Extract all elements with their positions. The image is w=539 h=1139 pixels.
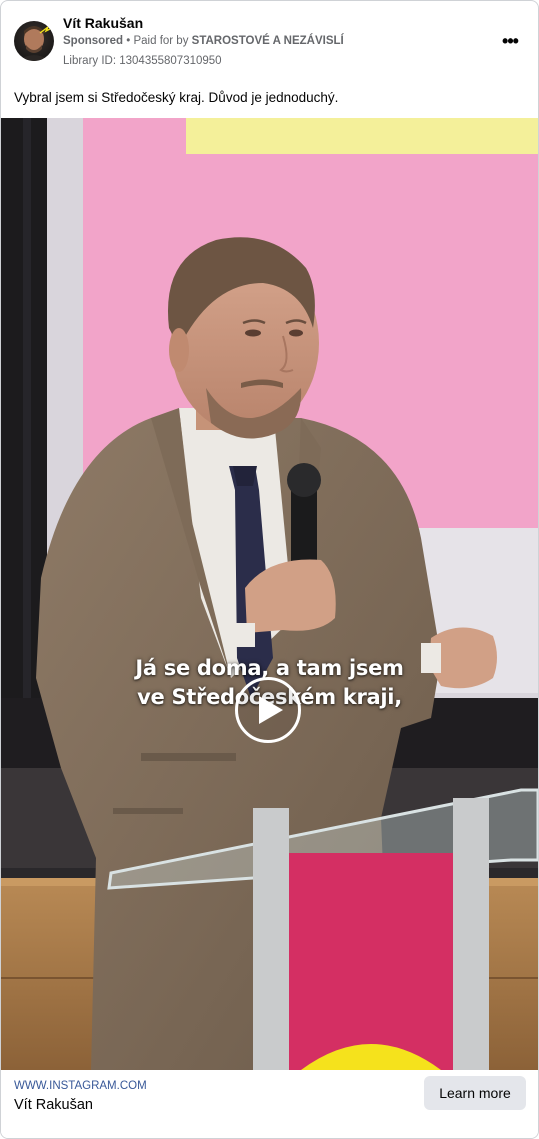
link-domain[interactable]: WWW.INSTAGRAM.COM (14, 1080, 147, 1092)
library-id: Library ID: 1304355807310950 (63, 55, 222, 67)
sponsored-post-card: Vít Rakušan Sponsored • Paid for by STAR… (0, 0, 539, 1139)
play-icon[interactable] (235, 677, 301, 743)
link-footer[interactable]: WWW.INSTAGRAM.COM Vít Rakušan Learn more (1, 1070, 538, 1138)
learn-more-button[interactable]: Learn more (424, 1076, 526, 1110)
meta-separator: • (123, 35, 134, 47)
avatar-portrait (18, 26, 51, 61)
post-caption: Vybral jsem si Středočeský kraj. Důvod j… (14, 90, 339, 105)
post-header: Vít Rakušan Sponsored • Paid for by STAR… (1, 1, 538, 77)
paid-for-prefix: Paid for by (133, 35, 192, 47)
video-frame (1, 118, 538, 1070)
sponsored-label: Sponsored (63, 35, 124, 47)
paid-for-by[interactable]: STAROSTOVÉ A NEZÁVISLÍ (192, 35, 344, 47)
sponsored-meta: Sponsored • Paid for by STAROSTOVÉ A NEZ… (63, 35, 344, 47)
video-player[interactable]: Já se doma, a tam jsem ve Středočeském k… (1, 118, 538, 1070)
link-title[interactable]: Vít Rakušan (14, 1097, 93, 1113)
page-name[interactable]: Vít Rakušan (63, 15, 143, 31)
play-triangle (259, 696, 283, 724)
page-avatar[interactable] (14, 21, 54, 61)
more-options-icon[interactable]: ••• (500, 31, 520, 51)
